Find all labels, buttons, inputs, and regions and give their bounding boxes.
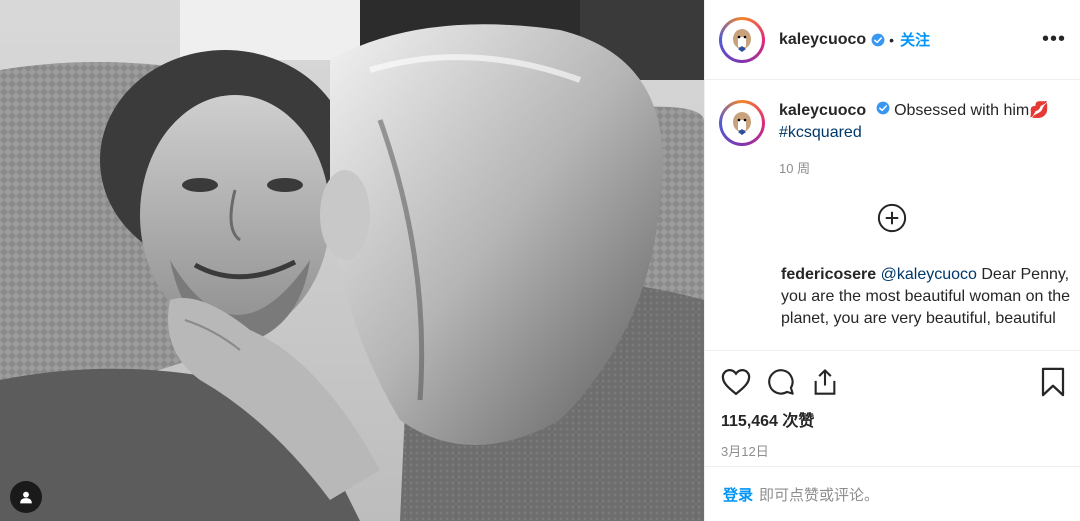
header-username[interactable]: kaleycuoco <box>779 31 866 49</box>
comment-mention[interactable]: @kaleycuoco <box>881 266 977 283</box>
dog-avatar-icon <box>726 107 758 139</box>
login-prompt-text: 即可点赞或评论。 <box>759 486 880 504</box>
verified-badge-icon <box>876 101 890 115</box>
caption-time: 10 周 <box>779 161 811 176</box>
caption-username[interactable]: kaleycuoco <box>779 102 866 119</box>
actions-area: 115,464 次赞 3月12日 <box>705 350 1080 460</box>
comment-button[interactable] <box>767 368 795 396</box>
bookmark-icon <box>1041 367 1065 397</box>
action-bar <box>721 365 1066 399</box>
heart-icon <box>721 368 751 396</box>
caption-avatar[interactable] <box>719 100 765 146</box>
caption-text-block: kaleycuoco Obsessed with him💋 #kcsquared… <box>779 100 1059 180</box>
likes-count[interactable]: 115,464 次赞 <box>721 407 1066 431</box>
separator-dot: • <box>889 31 895 48</box>
user-tag-button[interactable] <box>10 481 42 513</box>
caption-text: Obsessed with him💋 <box>894 102 1050 119</box>
share-button[interactable] <box>811 368 839 396</box>
post-photo[interactable] <box>0 0 704 521</box>
comment-icon <box>768 369 794 395</box>
more-options-button[interactable]: ••• <box>1042 28 1066 51</box>
like-button[interactable] <box>721 368 751 396</box>
post-side-panel: kaleycuoco • 关注 ••• kaleycuoco Obsessed … <box>704 0 1080 521</box>
dog-avatar-icon <box>726 23 758 56</box>
hashtag-link[interactable]: #kcsquared <box>779 124 862 141</box>
plus-circle-icon <box>877 203 906 233</box>
caption: kaleycuoco Obsessed with him💋 #kcsquared… <box>719 100 1064 180</box>
follow-button[interactable]: 关注 <box>900 29 930 50</box>
user-tag-icon <box>20 491 32 504</box>
login-prompt: 登录 即可点赞或评论。 <box>705 466 1080 521</box>
comment-item: federicosere @kaleycuoco Dear Penny, you… <box>719 264 1079 330</box>
verified-badge-icon <box>871 33 885 47</box>
photo-image <box>0 0 704 521</box>
post-date: 3月12日 <box>721 444 769 459</box>
post-header: kaleycuoco • 关注 ••• <box>705 0 1080 80</box>
login-link[interactable]: 登录 <box>723 484 753 505</box>
load-more-comments-button[interactable] <box>719 198 1064 238</box>
save-button[interactable] <box>1040 367 1066 397</box>
share-icon <box>814 369 836 395</box>
comment-username[interactable]: federicosere <box>781 266 876 283</box>
comments-section[interactable]: kaleycuoco Obsessed with him💋 #kcsquared… <box>705 80 1080 350</box>
avatar[interactable] <box>719 16 765 63</box>
